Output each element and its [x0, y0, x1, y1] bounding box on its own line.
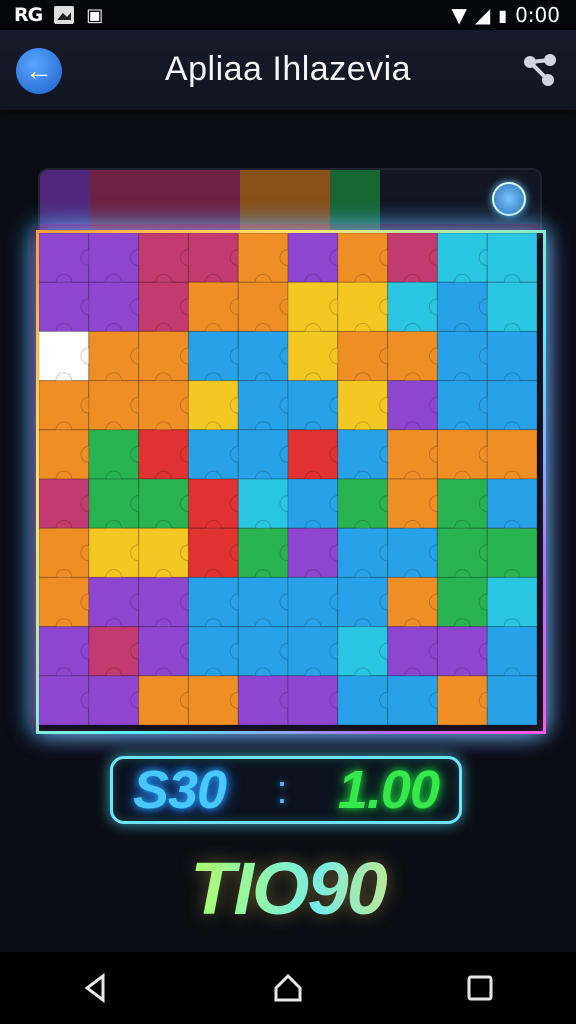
status-app-label: RG — [14, 4, 43, 26]
score-left: S30 — [133, 760, 227, 820]
settings-icon[interactable] — [492, 182, 526, 216]
wifi-icon: ▼ — [451, 3, 467, 27]
puzzle-board[interactable] — [39, 233, 537, 725]
clock: 0:00 — [515, 3, 560, 27]
score-separator: : — [276, 767, 288, 812]
battery-icon: ▮ — [498, 5, 508, 25]
score-panel: S30 : 1.00 — [110, 756, 462, 824]
signal-icon: ◢ — [474, 3, 491, 27]
app-bar: ← Apliaa Ihlazevia — [0, 30, 576, 110]
page-title: Apliaa Ihlazevia — [164, 50, 412, 88]
navigation-bar — [0, 952, 576, 1024]
score-right: 1.00 — [337, 760, 440, 820]
nav-recents-icon[interactable] — [450, 958, 510, 1018]
app-icon: ▣ — [86, 4, 104, 26]
nav-back-icon[interactable] — [66, 958, 126, 1018]
image-icon — [54, 6, 75, 24]
share-icon[interactable] — [520, 50, 560, 90]
status-bar: RG ▣ ▼ ◢ ▮ 0:00 — [0, 0, 576, 30]
board-gloss — [39, 233, 537, 725]
footer-text: TIO90 — [0, 846, 576, 931]
nav-home-icon[interactable] — [258, 958, 318, 1018]
